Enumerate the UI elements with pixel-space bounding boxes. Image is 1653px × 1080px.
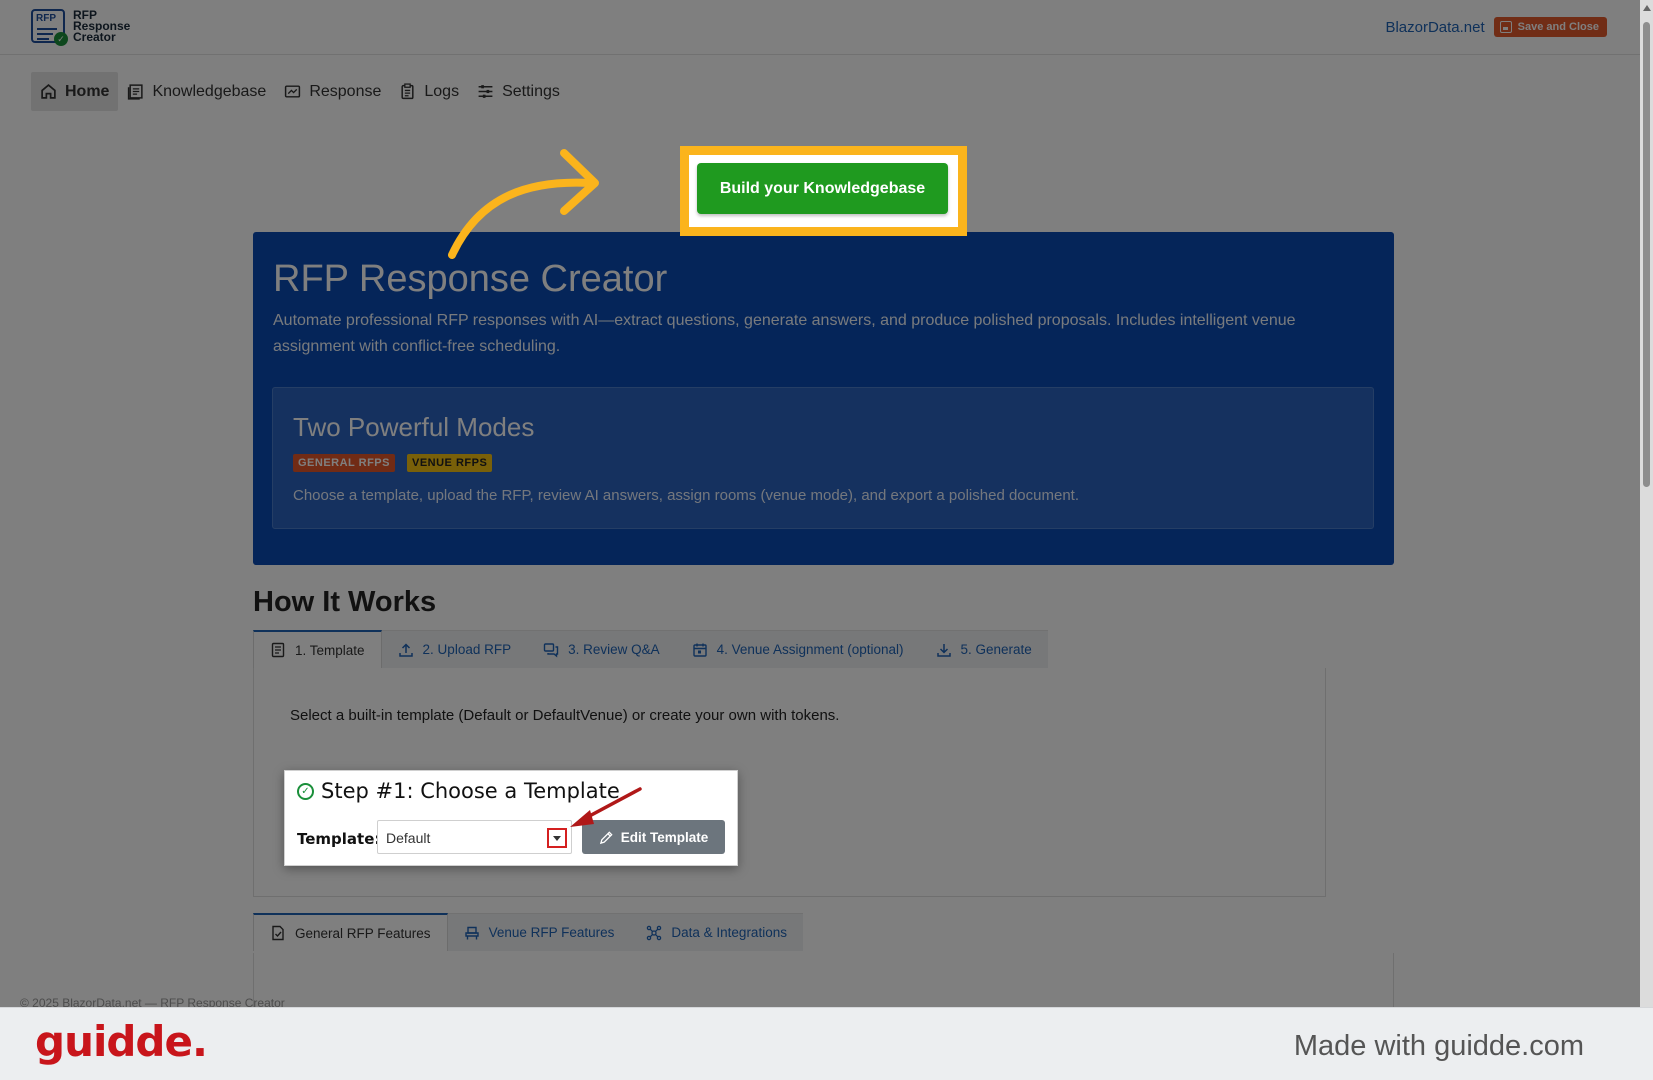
nav-response-label: Response	[309, 82, 382, 100]
tab-template-label: 1. Template	[295, 642, 365, 658]
chat-icon	[543, 642, 559, 657]
template-tab-text: Select a built-in template (Default or D…	[290, 707, 840, 724]
step-1-card: ✓ Step #1: Choose a Template Template: D…	[284, 770, 738, 866]
upload-icon	[398, 642, 413, 657]
hero-title: RFP Response Creator	[273, 258, 668, 300]
save-and-close-button[interactable]: Save and Close	[1493, 17, 1607, 37]
scrollbar-thumb[interactable]	[1643, 22, 1650, 487]
book-icon	[128, 84, 144, 100]
app-header: RFP ✓ RFP Response Creator BlazorData.ne…	[0, 0, 1640, 55]
tab-template[interactable]: 1. Template	[253, 630, 382, 668]
tab-review-qa[interactable]: 3. Review Q&A	[527, 630, 676, 668]
build-knowledgebase-button[interactable]: Build your Knowledgebase	[697, 163, 948, 214]
blazordata-link[interactable]: BlazorData.net	[1385, 19, 1484, 36]
nav-home[interactable]: Home	[31, 72, 119, 111]
step-1-title: ✓ Step #1: Choose a Template	[297, 779, 620, 803]
network-icon	[647, 925, 662, 940]
tab-venue-assignment-label: 4. Venue Assignment (optional)	[716, 642, 904, 657]
check-circle-icon: ✓	[297, 782, 314, 800]
scroll-up-icon[interactable]	[1643, 5, 1651, 11]
curved-arrow-head-icon	[560, 149, 599, 215]
tab-data-integrations[interactable]: Data & Integrations	[630, 913, 803, 951]
nav-logs-label: Logs	[424, 82, 460, 100]
nav-knowledgebase-label: Knowledgebase	[152, 82, 267, 100]
badge-venue-rfps: VENUE RFPS	[406, 454, 493, 472]
logo-text: RFP Response Creator	[73, 7, 131, 44]
tab-review-qa-label: 3. Review Q&A	[568, 642, 660, 657]
document-icon	[271, 642, 285, 658]
tab-venue-assignment[interactable]: 4. Venue Assignment (optional)	[675, 630, 920, 668]
step-1-title-text: Step #1: Choose a Template	[321, 779, 620, 803]
how-it-works-title: How It Works	[253, 586, 437, 618]
clipboard-icon	[401, 83, 414, 100]
hero-description: Automate professional RFP responses with…	[273, 312, 1296, 355]
mode-badges: GENERAL RFPS VENUE RFPS	[293, 454, 493, 472]
edit-template-button[interactable]: Edit Template	[582, 820, 725, 854]
guidde-tagline: Made with guidde.com	[1293, 1030, 1584, 1062]
template-label: Template:	[297, 830, 381, 848]
hero-banner: RFP Response Creator Automate profession…	[253, 232, 1394, 565]
main-nav: Home Knowledgebase Response Logs Setting…	[31, 72, 569, 111]
edit-template-label: Edit Template	[620, 829, 709, 845]
template-select-value: Default	[386, 830, 431, 846]
save-and-close-label: Save and Close	[1517, 21, 1599, 33]
file-check-icon	[272, 925, 284, 941]
tab-upload-rfp-label: 2. Upload RFP	[422, 642, 512, 657]
app-logo[interactable]: RFP ✓ RFP Response Creator	[31, 7, 131, 46]
tab-upload-rfp[interactable]: 2. Upload RFP	[381, 630, 528, 668]
home-icon	[41, 84, 56, 99]
badge-general-rfps: GENERAL RFPS	[293, 454, 395, 472]
nav-knowledgebase[interactable]: Knowledgebase	[118, 72, 275, 111]
nav-settings[interactable]: Settings	[468, 72, 569, 111]
response-icon	[285, 85, 301, 98]
page-footer-text: © 2025 BlazorData.net — RFP Response Cre…	[20, 996, 285, 1007]
tab-generate[interactable]: 5. Generate	[919, 630, 1048, 668]
sliders-icon	[478, 85, 493, 98]
tab-generate-label: 5. Generate	[960, 642, 1032, 657]
features-tab-panel	[253, 953, 1394, 1007]
tab-venue-rfp-features-label: Venue RFP Features	[488, 925, 615, 940]
chair-icon	[464, 926, 479, 939]
download-icon	[936, 643, 951, 657]
tab-general-rfp-features-label: General RFP Features	[295, 925, 431, 941]
cta-highlight-frame: Build your Knowledgebase	[680, 146, 967, 236]
calendar-icon	[692, 643, 707, 657]
chevron-down-icon[interactable]	[547, 828, 567, 848]
nav-settings-label: Settings	[502, 82, 560, 100]
nav-logs[interactable]: Logs	[390, 72, 468, 111]
header-actions: BlazorData.net Save and Close	[1385, 17, 1607, 37]
tab-general-rfp-features[interactable]: General RFP Features	[253, 913, 448, 951]
modes-title: Two Powerful Modes	[293, 412, 535, 442]
nav-home-label: Home	[65, 82, 110, 100]
app-window: RFP ✓ RFP Response Creator BlazorData.ne…	[0, 0, 1653, 1007]
pencil-icon	[599, 830, 613, 844]
features-tabs: General RFP Features Venue RFP Features …	[253, 913, 803, 951]
check-icon: ✓	[54, 32, 68, 46]
how-it-works-tabs: 1. Template 2. Upload RFP 3. Review Q&A …	[253, 630, 1048, 668]
rfp-logo-icon: RFP ✓	[31, 9, 68, 46]
tab-venue-rfp-features[interactable]: Venue RFP Features	[447, 913, 631, 951]
floppy-disk-icon	[1499, 21, 1512, 33]
guidde-banner: guidde. Made with guidde.com	[0, 1007, 1653, 1080]
template-select[interactable]: Default	[377, 820, 572, 854]
nav-response[interactable]: Response	[275, 72, 390, 111]
logo-mark-text: RFP	[36, 13, 56, 24]
modes-description: Choose a template, upload the RFP, revie…	[293, 487, 1079, 504]
guidde-logo: guidde.	[35, 1017, 208, 1066]
vertical-scrollbar[interactable]	[1640, 0, 1653, 1007]
tab-data-integrations-label: Data & Integrations	[671, 925, 787, 940]
modes-card: Two Powerful Modes GENERAL RFPS VENUE RF…	[272, 387, 1374, 529]
